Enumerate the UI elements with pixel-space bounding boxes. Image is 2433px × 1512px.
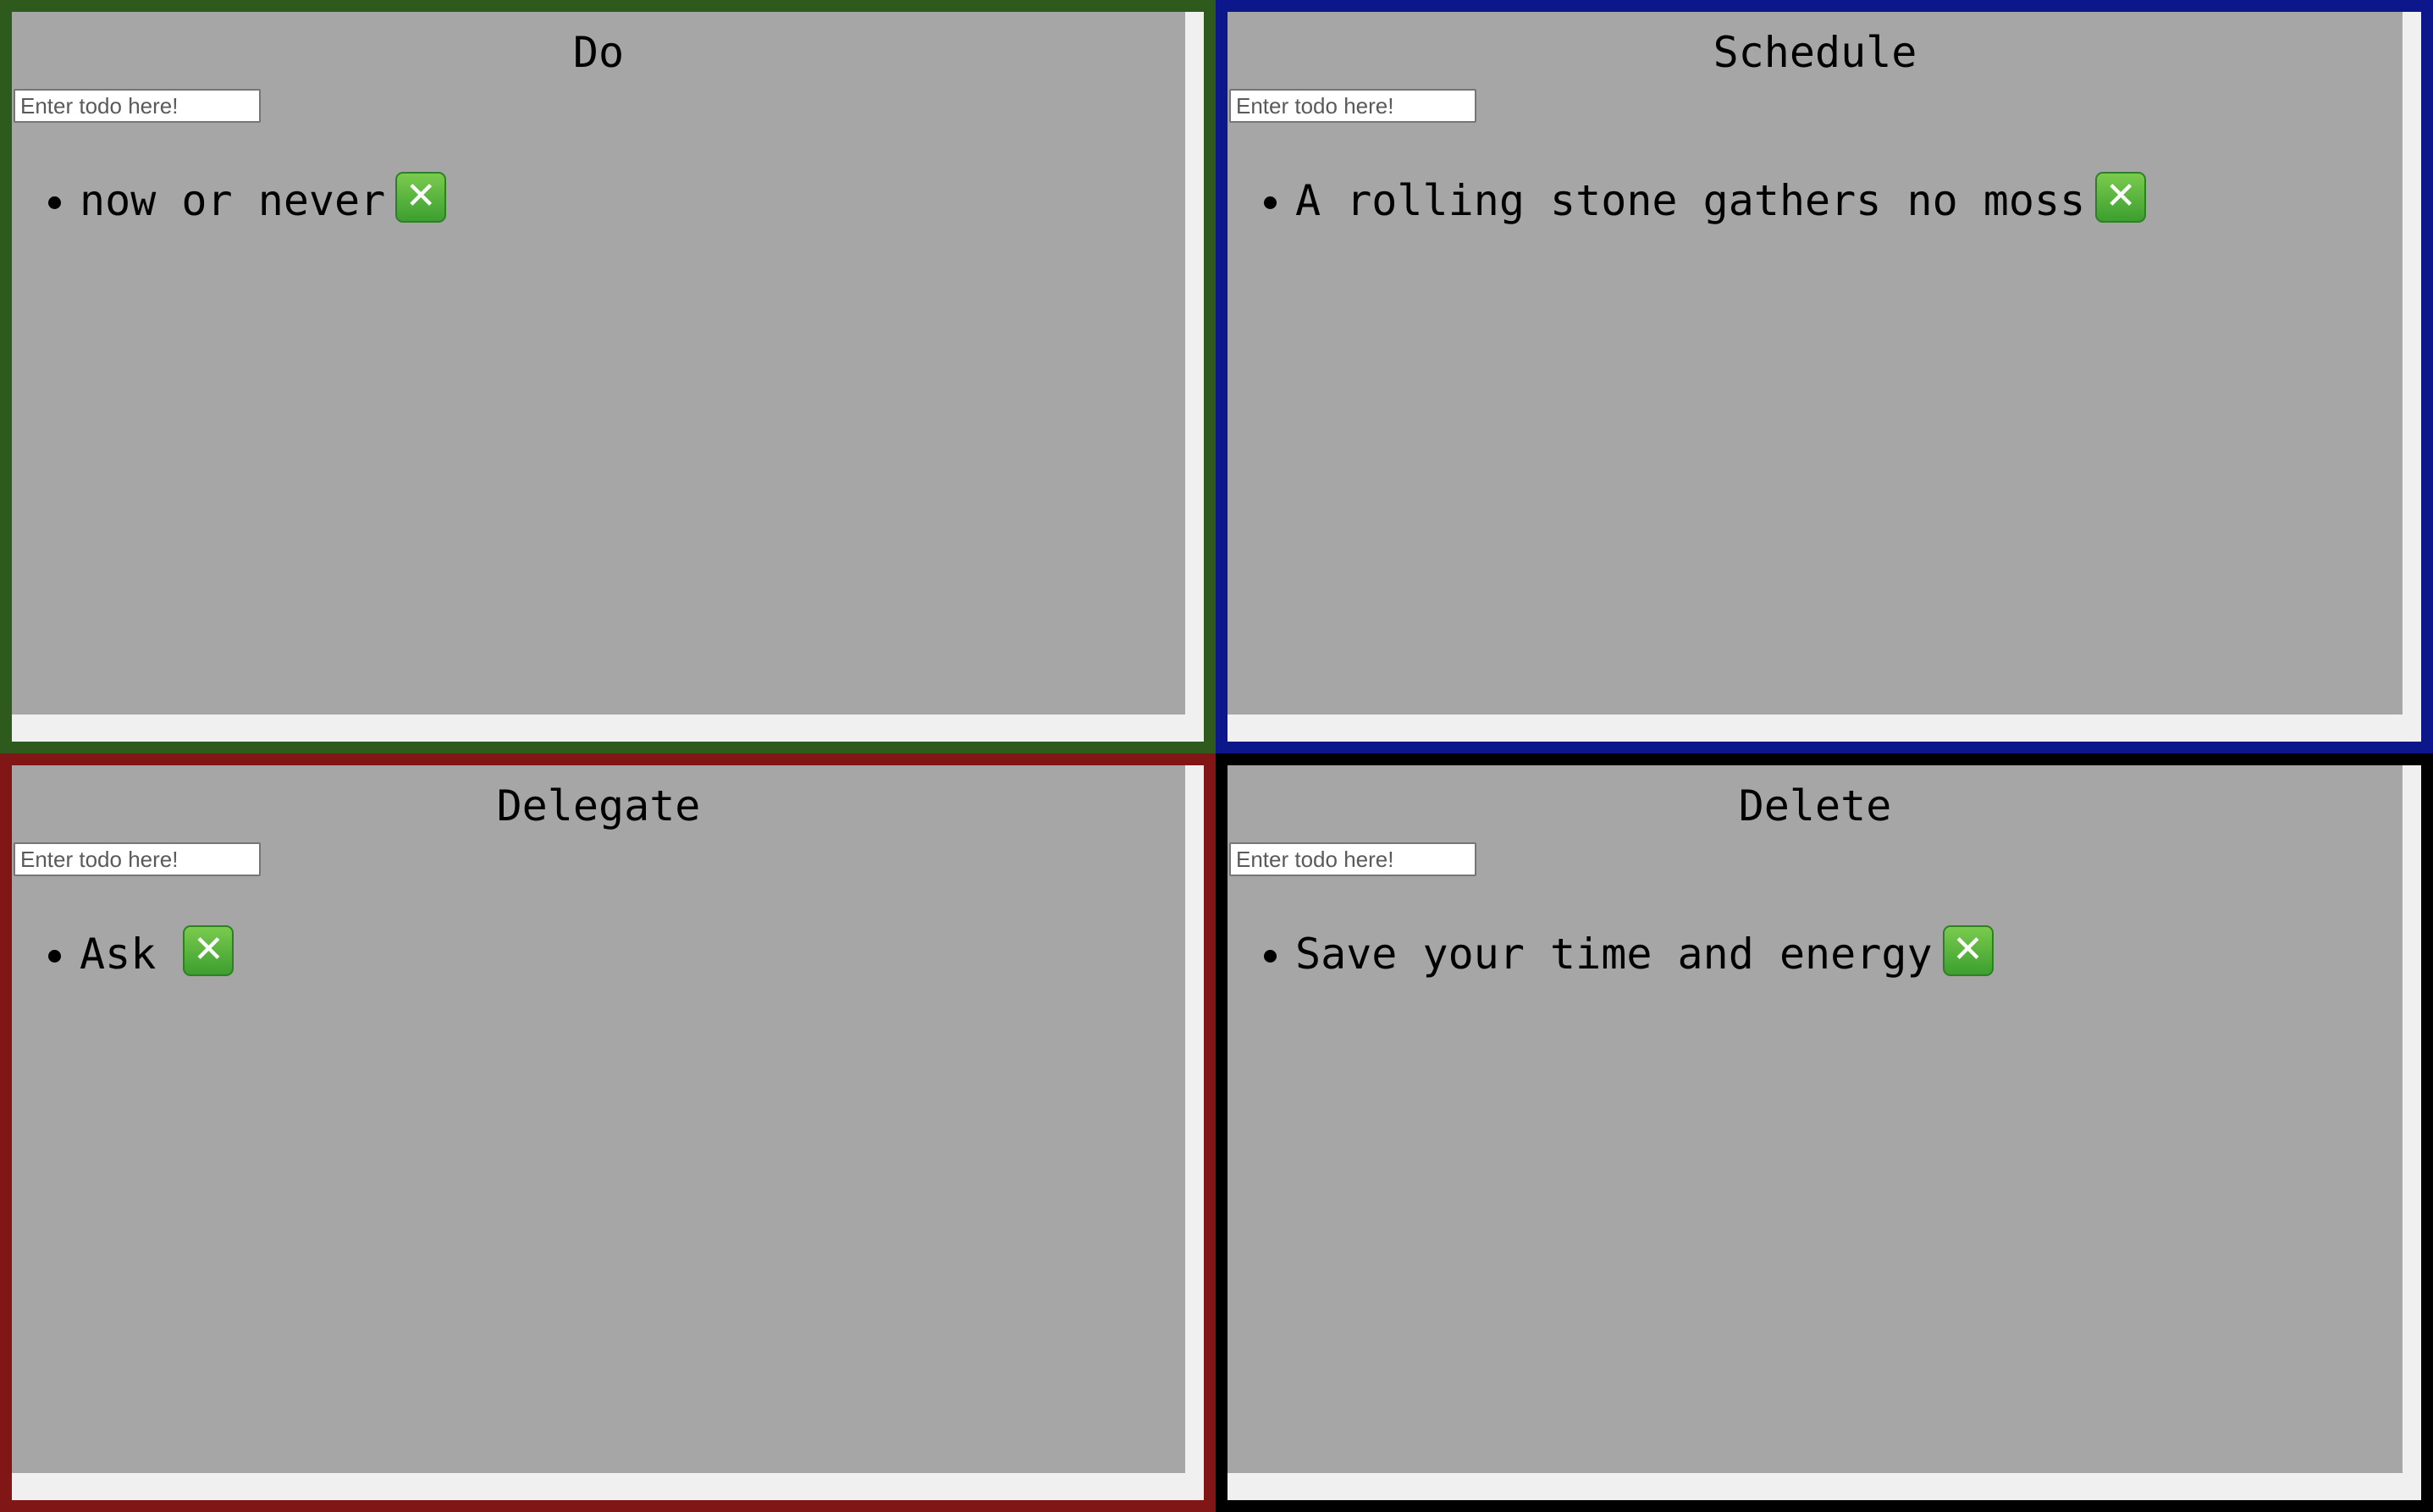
quadrant-title: Do	[572, 28, 625, 77]
todo-input[interactable]	[1229, 842, 1476, 876]
vertical-scrollbar[interactable]	[2403, 765, 2421, 1473]
todo-item: now or never✕	[80, 171, 447, 229]
horizontal-scrollbar[interactable]	[1228, 715, 2421, 742]
todo-item-text: Ask	[80, 930, 182, 979]
vertical-scrollbar[interactable]	[1185, 765, 1204, 1473]
quadrant-schedule-content: Schedule A rolling stone gathers no moss…	[1228, 12, 2403, 715]
quadrant-title: Delegate	[496, 781, 701, 830]
todo-item: Save your time and energy✕	[1295, 924, 1994, 982]
quadrant-do: Do now or never✕	[0, 0, 1216, 753]
todo-list: A rolling stone gathers no moss✕	[1228, 171, 2147, 229]
quadrant-title: Delete	[1738, 781, 1892, 830]
cross-mark-button-icon[interactable]: ✕	[2095, 171, 2147, 223]
todo-item-text: Save your time and energy	[1295, 930, 1933, 979]
todo-list: now or never✕	[12, 171, 447, 229]
todo-item-text: A rolling stone gathers no moss	[1295, 176, 2086, 225]
todo-input[interactable]	[1229, 89, 1476, 123]
vertical-scrollbar[interactable]	[1185, 12, 1204, 715]
quadrant-delegate-content: Delegate Ask ✕	[12, 765, 1185, 1473]
todo-list: Save your time and energy✕	[1228, 924, 1994, 982]
horizontal-scrollbar[interactable]	[12, 1473, 1204, 1500]
quadrant-delete-content: Delete Save your time and energy✕	[1228, 765, 2403, 1473]
todo-item: Ask ✕	[80, 924, 234, 982]
todo-input[interactable]	[14, 842, 261, 876]
quadrant-delete: Delete Save your time and energy✕	[1216, 753, 2433, 1512]
quadrant-title: Schedule	[1713, 28, 1917, 77]
cross-mark-button-icon[interactable]: ✕	[1942, 924, 1994, 976]
cross-mark-button-icon[interactable]: ✕	[183, 924, 234, 976]
vertical-scrollbar[interactable]	[2403, 12, 2421, 715]
horizontal-scrollbar[interactable]	[12, 715, 1204, 742]
eisenhower-matrix: Do now or never✕ Schedule A rolling ston…	[0, 0, 2433, 1512]
quadrant-delegate: Delegate Ask ✕	[0, 753, 1216, 1512]
todo-input[interactable]	[14, 89, 261, 123]
quadrant-schedule: Schedule A rolling stone gathers no moss…	[1216, 0, 2433, 753]
cross-mark-button-icon[interactable]: ✕	[395, 171, 447, 223]
todo-item-text: now or never	[80, 176, 386, 225]
quadrant-do-content: Do now or never✕	[12, 12, 1185, 715]
horizontal-scrollbar[interactable]	[1228, 1473, 2421, 1500]
todo-list: Ask ✕	[12, 924, 234, 982]
todo-item: A rolling stone gathers no moss✕	[1295, 171, 2147, 229]
